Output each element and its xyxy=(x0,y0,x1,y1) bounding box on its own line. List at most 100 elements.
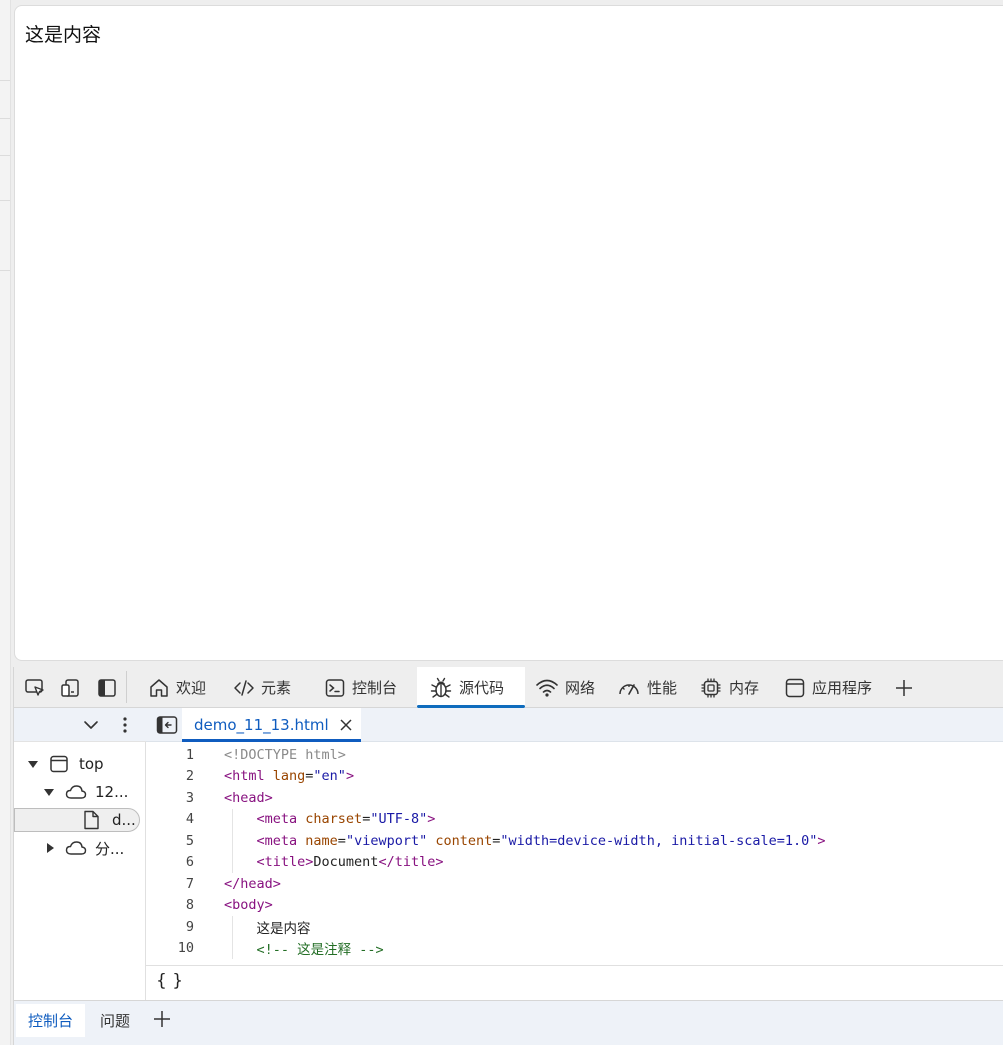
file-navigator: top 12... d... 分... xyxy=(14,708,146,1000)
devtools-toolbar: 欢迎 元素 控制台 源代码 网络 性能 内存 应用程序 xyxy=(14,667,1003,708)
code-text: 这是内容 xyxy=(224,917,311,937)
code-token: <meta xyxy=(224,811,298,827)
editor-tab-bar: demo_11_13.html xyxy=(146,708,1003,742)
tab-elements[interactable]: 元素 xyxy=(227,667,297,708)
tab-label: 性能 xyxy=(647,679,678,697)
code-line[interactable]: 9 这是内容 xyxy=(146,916,1003,937)
code-line[interactable]: 4 <meta charset="UTF-8"> xyxy=(146,809,1003,830)
code-line[interactable]: 7 </head> xyxy=(146,873,1003,894)
code-token: <body> xyxy=(224,897,273,913)
chip-icon xyxy=(699,676,723,700)
drawer-tab-console[interactable]: 控制台 xyxy=(16,1004,86,1037)
collapse-triangle-icon xyxy=(44,841,56,855)
tab-label: 网络 xyxy=(565,679,596,697)
dock-side-icon[interactable] xyxy=(95,676,119,700)
chevron-down-icon[interactable] xyxy=(82,716,100,734)
editor-file-tab[interactable]: demo_11_13.html xyxy=(182,708,361,742)
code-token: > xyxy=(345,768,355,784)
code-line[interactable]: 3 <head> xyxy=(146,787,1003,808)
code-line[interactable]: 8 <body> xyxy=(146,895,1003,916)
tab-performance[interactable]: 性能 xyxy=(611,667,683,708)
code-token: 这是内容 xyxy=(224,920,311,937)
page-content-text: 这是内容 xyxy=(25,24,102,46)
tab-application[interactable]: 应用程序 xyxy=(778,667,878,708)
window-icon xyxy=(49,754,69,774)
code-text: </head> xyxy=(224,876,281,892)
editor-status-bar: { } xyxy=(146,965,1003,1000)
tree-item-label: d... xyxy=(112,811,136,829)
tab-memory[interactable]: 内存 xyxy=(693,667,765,708)
drawer-tab-label: 控制台 xyxy=(28,1012,74,1030)
tab-label: 欢迎 xyxy=(176,679,207,697)
code-token: Document xyxy=(313,854,379,870)
code-line[interactable]: 2 <html lang="en"> xyxy=(146,766,1003,787)
pretty-print-button[interactable]: { } xyxy=(156,971,183,991)
code-line[interactable]: 5 <meta name="viewport" content="width=d… xyxy=(146,830,1003,851)
bug-icon xyxy=(429,676,453,700)
drawer-tab-label: 问题 xyxy=(100,1012,131,1030)
tree-item-origin[interactable]: 12... xyxy=(42,780,128,804)
line-number: 4 xyxy=(185,811,194,827)
code-text: <meta name="viewport" content="width=dev… xyxy=(224,833,826,849)
code-brackets-icon xyxy=(233,677,255,699)
tree-item-other[interactable]: 分... xyxy=(44,836,124,860)
code-token: <!-- 这是注释 --> xyxy=(224,942,384,958)
line-number: 7 xyxy=(185,875,194,892)
code-text: <meta charset="UTF-8"> xyxy=(224,811,436,827)
line-number: 10 xyxy=(177,940,194,956)
tab-welcome[interactable]: 欢迎 xyxy=(142,667,212,708)
tree-item-top[interactable]: top xyxy=(26,752,104,776)
tree-item-file[interactable]: d... xyxy=(14,808,140,832)
tab-label: 内存 xyxy=(729,679,760,697)
tab-label: 应用程序 xyxy=(812,679,873,697)
home-icon xyxy=(148,677,170,699)
device-emulation-icon[interactable] xyxy=(58,676,82,700)
code-line[interactable]: 1 <!DOCTYPE html> xyxy=(146,744,1003,765)
code-token: </head> xyxy=(224,875,281,892)
file-tab-name: demo_11_13.html xyxy=(194,716,329,734)
inspect-element-icon[interactable] xyxy=(23,676,47,700)
tab-sources[interactable]: 源代码 xyxy=(417,667,525,708)
code-token: lang xyxy=(264,768,306,784)
drawer-add-tab-button[interactable] xyxy=(153,1010,171,1028)
tab-network[interactable]: 网络 xyxy=(529,667,601,708)
close-icon[interactable] xyxy=(339,718,353,732)
expand-triangle-icon xyxy=(42,785,56,799)
tab-label: 控制台 xyxy=(352,679,398,697)
code-token: "UTF-8" xyxy=(370,811,428,827)
devtools-panel: 欢迎 元素 控制台 源代码 网络 性能 内存 应用程序 top 12... d.… xyxy=(13,667,1003,1045)
code-text: <!DOCTYPE html> xyxy=(224,747,346,763)
wifi-icon xyxy=(535,677,559,699)
code-line[interactable]: 10 <!-- 这是注释 --> xyxy=(146,938,1003,959)
toggle-navigator-icon[interactable] xyxy=(156,715,178,735)
code-text: <!-- 这是注释 --> xyxy=(224,938,384,958)
tree-item-label: 分... xyxy=(95,839,125,858)
code-token: content xyxy=(427,832,493,849)
tree-item-label: top xyxy=(79,755,104,773)
tab-console[interactable]: 控制台 xyxy=(318,667,403,708)
line-number: 9 xyxy=(185,918,194,935)
line-number: 1 xyxy=(185,746,194,763)
tree-item-label: 12... xyxy=(95,783,129,801)
code-editor[interactable]: 1 <!DOCTYPE html> 2 <html lang="en"> 3 <head>… xyxy=(146,742,1003,966)
tab-label: 元素 xyxy=(261,679,292,697)
code-line[interactable]: 6 <title>Document</title> xyxy=(146,852,1003,873)
navigator-header xyxy=(14,708,146,742)
code-token: <meta xyxy=(224,832,298,849)
code-text: <title>Document</title> xyxy=(224,854,444,870)
line-number: 8 xyxy=(185,897,194,913)
code-token: "width=device-width, initial-scale=1.0" xyxy=(500,832,818,849)
line-number: 6 xyxy=(185,854,194,870)
drawer-tab-issues[interactable]: 问题 xyxy=(88,1004,142,1037)
code-text: <html lang="en"> xyxy=(224,768,354,784)
app-window-icon xyxy=(784,677,806,699)
code-text: <head> xyxy=(224,790,273,806)
code-token: <html xyxy=(224,768,265,784)
more-options-icon[interactable] xyxy=(118,715,132,735)
expand-triangle-icon xyxy=(26,757,40,771)
code-token: </title> xyxy=(378,854,444,870)
code-token: <!DOCTYPE html> xyxy=(224,746,346,763)
left-sidebar-strip xyxy=(0,0,11,1045)
line-number: 5 xyxy=(185,832,194,849)
add-tab-button[interactable] xyxy=(892,676,916,700)
